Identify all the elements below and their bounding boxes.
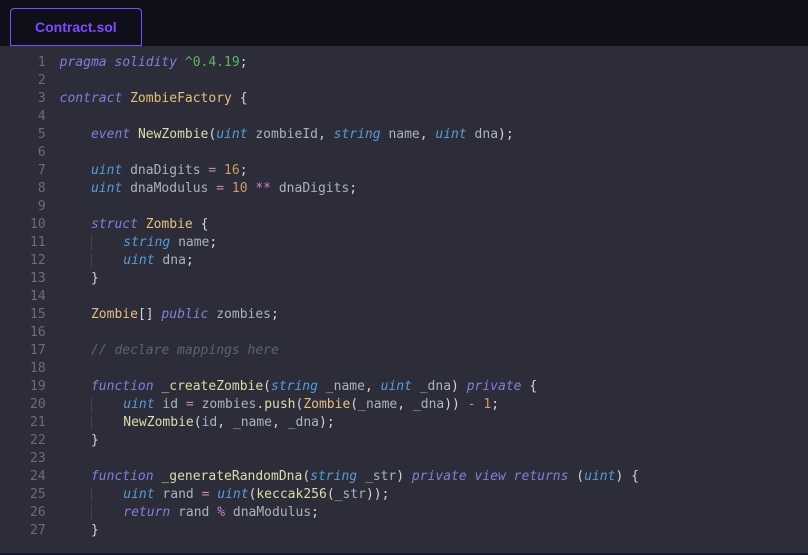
code-content[interactable]: pragma solidity ^0.4.19; contract ZombieF… (60, 54, 808, 540)
line-number: 6 (30, 144, 46, 162)
code-line[interactable] (60, 108, 808, 126)
code-line[interactable]: function _generateRandomDna(string _str)… (60, 468, 808, 486)
code-line[interactable] (60, 72, 808, 90)
line-number: 26 (30, 504, 46, 522)
code-line[interactable] (60, 450, 808, 468)
line-number: 15 (30, 306, 46, 324)
code-line[interactable]: return rand % dnaModulus; (60, 504, 808, 522)
line-number: 12 (30, 252, 46, 270)
editor-area[interactable]: 1234567891011121314151617181920212223242… (0, 46, 808, 553)
line-number: 1 (30, 54, 46, 72)
code-line[interactable] (60, 144, 808, 162)
line-number: 14 (30, 288, 46, 306)
code-line[interactable]: } (60, 432, 808, 450)
line-number: 24 (30, 468, 46, 486)
code-line[interactable]: pragma solidity ^0.4.19; (60, 54, 808, 72)
line-number: 7 (30, 162, 46, 180)
line-number: 21 (30, 414, 46, 432)
code-line[interactable] (60, 324, 808, 342)
code-line[interactable]: contract ZombieFactory { (60, 90, 808, 108)
line-number: 23 (30, 450, 46, 468)
line-number: 27 (30, 522, 46, 540)
code-line[interactable]: uint dnaDigits = 16; (60, 162, 808, 180)
code-line[interactable]: NewZombie(id, _name, _dna); (60, 414, 808, 432)
line-number: 3 (30, 90, 46, 108)
line-number: 4 (30, 108, 46, 126)
line-number: 5 (30, 126, 46, 144)
code-container: 1234567891011121314151617181920212223242… (0, 54, 808, 540)
line-number: 11 (30, 234, 46, 252)
code-line[interactable] (60, 288, 808, 306)
line-number: 18 (30, 360, 46, 378)
line-number: 17 (30, 342, 46, 360)
code-line[interactable]: Zombie[] public zombies; (60, 306, 808, 324)
line-number: 19 (30, 378, 46, 396)
code-line[interactable]: } (60, 522, 808, 540)
code-line[interactable]: uint rand = uint(keccak256(_str)); (60, 486, 808, 504)
line-number: 13 (30, 270, 46, 288)
code-line[interactable]: uint id = zombies.push(Zombie(_name, _dn… (60, 396, 808, 414)
tab-contract[interactable]: Contract.sol (10, 8, 142, 46)
line-number: 20 (30, 396, 46, 414)
code-line[interactable]: // declare mappings here (60, 342, 808, 360)
line-number: 2 (30, 72, 46, 90)
line-number: 16 (30, 324, 46, 342)
line-number: 22 (30, 432, 46, 450)
code-line[interactable]: event NewZombie(uint zombieId, string na… (60, 126, 808, 144)
line-number: 10 (30, 216, 46, 234)
code-line[interactable]: function _createZombie(string _name, uin… (60, 378, 808, 396)
code-line[interactable] (60, 198, 808, 216)
code-line[interactable] (60, 360, 808, 378)
code-line[interactable]: uint dna; (60, 252, 808, 270)
code-line[interactable]: string name; (60, 234, 808, 252)
code-line[interactable]: uint dnaModulus = 10 ** dnaDigits; (60, 180, 808, 198)
code-line[interactable]: struct Zombie { (60, 216, 808, 234)
tabs-header: Contract.sol (0, 0, 808, 46)
line-number: 8 (30, 180, 46, 198)
line-number: 9 (30, 198, 46, 216)
code-line[interactable]: } (60, 270, 808, 288)
line-number-gutter: 1234567891011121314151617181920212223242… (0, 54, 60, 540)
line-number: 25 (30, 486, 46, 504)
